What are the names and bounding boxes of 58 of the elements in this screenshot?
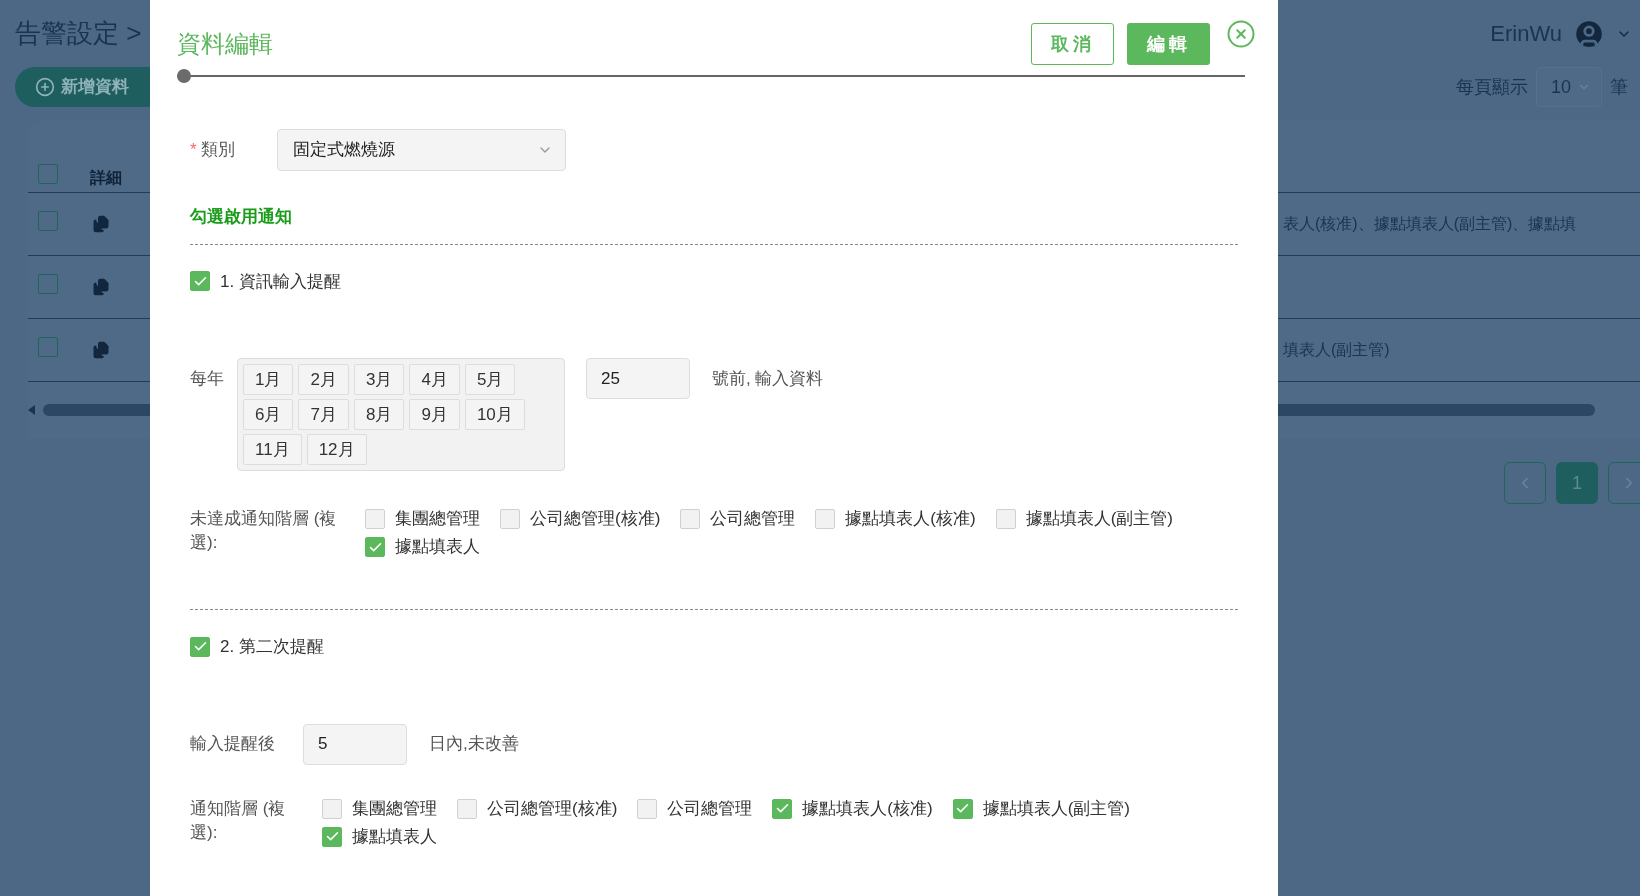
level-option: 公司總管理(核准) (530, 507, 661, 531)
reminder-label: 2. 第二次提醒 (220, 636, 324, 658)
prefix-label: 每年 (190, 368, 225, 390)
month-chip[interactable]: 4月 (409, 364, 460, 395)
levels-label: 通知階層 (複選): (190, 797, 287, 844)
levels-label: 未達成通知階層 (複選): (190, 508, 338, 554)
month-chip[interactable]: 2月 (298, 364, 349, 395)
document-icon[interactable] (92, 278, 110, 296)
scroll-left-icon[interactable] (28, 405, 35, 415)
level-option: 集團總管理 (395, 507, 480, 531)
slider-thumb[interactable] (177, 69, 191, 83)
checkbox[interactable] (38, 336, 58, 357)
checkbox[interactable] (772, 798, 793, 819)
level-option: 據點填表人 (395, 535, 480, 559)
checkbox[interactable] (38, 273, 58, 294)
level-option: 公司總管理(核准) (487, 796, 618, 821)
level-option: 集團總管理 (352, 796, 437, 821)
month-chip[interactable]: 8月 (353, 399, 405, 430)
level-option: 公司總管理 (667, 796, 753, 821)
month-chip[interactable]: 10月 (464, 399, 525, 430)
section-title: 勾選啟用通知 (190, 206, 293, 228)
checkbox[interactable] (322, 826, 342, 847)
next-page-button[interactable] (1608, 462, 1640, 504)
number-field[interactable]: 5 (303, 723, 407, 765)
month-chip[interactable]: 11月 (243, 434, 302, 465)
month-chip[interactable]: 5月 (464, 364, 516, 395)
month-chip[interactable]: 6月 (243, 399, 294, 430)
level-option: 據點填表人(核准) (802, 796, 933, 821)
level-option: 公司總管理 (710, 507, 796, 531)
level-option: 據點填表人(副主管) (1025, 507, 1173, 531)
add-icon (35, 77, 55, 97)
level-option: 據點填表人 (352, 824, 437, 849)
category-label: 類別 (200, 140, 235, 160)
document-icon[interactable] (92, 341, 110, 359)
checkbox[interactable] (38, 164, 58, 184)
level-option: 據點填表人(副主管) (982, 796, 1130, 821)
checkbox[interactable] (365, 537, 385, 557)
month-chip[interactable]: 1月 (243, 364, 294, 395)
month-chip[interactable]: 3月 (353, 364, 405, 395)
month-chip[interactable]: 12月 (306, 434, 367, 465)
checkbox[interactable] (38, 210, 58, 231)
month-chip[interactable]: 7月 (298, 399, 349, 430)
close-icon[interactable] (1226, 19, 1256, 49)
month-chip[interactable]: 9月 (409, 399, 460, 430)
suffix-label: 號前, 輸入資料 (712, 368, 824, 390)
number-field[interactable]: 25 (586, 358, 690, 399)
category-select[interactable]: 固定式燃燒源 (277, 129, 566, 171)
dialog-title: 資料編輯 (177, 29, 274, 59)
reminder-label: 1. 資訊輸入提醒 (220, 270, 341, 293)
document-icon[interactable] (92, 215, 110, 233)
suffix-label: 日內,未改善 (429, 733, 519, 756)
level-option: 據點填表人(核准) (845, 507, 976, 531)
checkbox[interactable] (952, 798, 973, 819)
column-header: 詳細 (90, 167, 123, 188)
required-mark: * (190, 140, 197, 160)
checkbox[interactable] (190, 636, 210, 657)
checkbox[interactable] (190, 271, 210, 292)
prefix-label: 輸入提醒後 (190, 733, 276, 756)
